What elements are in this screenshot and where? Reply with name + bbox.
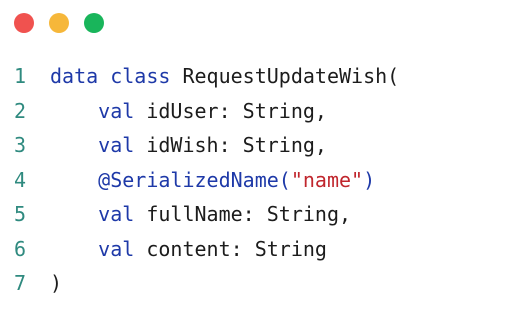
code-line-content: ): [50, 266, 62, 301]
code-line-content: data class RequestUpdateWish(: [50, 59, 399, 94]
code-token: content: String: [134, 236, 327, 261]
line-number: 1: [14, 64, 27, 88]
string-token: "name": [290, 167, 364, 192]
code-token: fullName: String,: [134, 202, 352, 226]
keyword-token: val: [98, 133, 135, 157]
code-line-content: @SerializedName("name"): [50, 163, 375, 198]
keyword-token: val: [98, 236, 135, 261]
zoom-button[interactable]: [84, 13, 104, 33]
code-token: idUser: String,: [134, 98, 327, 123]
window-titlebar: [14, 12, 104, 34]
annotation-token: @SerializedName(: [98, 167, 291, 192]
code-line-content: val fullName: String,: [50, 197, 351, 232]
code-line-content: val idWish: String,: [50, 128, 327, 163]
code-token: RequestUpdateWish(: [170, 64, 400, 88]
code-token: ): [50, 271, 63, 295]
code-line: 6 val content: String: [14, 232, 504, 267]
close-button[interactable]: [14, 13, 34, 33]
line-number: 4: [14, 167, 27, 192]
code-line: 1 data class RequestUpdateWish(: [14, 59, 504, 94]
keyword-token: data class: [50, 64, 171, 88]
annotation-token: ): [363, 167, 376, 192]
line-number: 3: [14, 133, 27, 157]
keyword-token: val: [98, 98, 135, 123]
line-number: 6: [14, 236, 27, 261]
code-line-content: val content: String: [50, 232, 327, 267]
code-editor: 1 data class RequestUpdateWish(2 val idUs…: [14, 59, 504, 301]
code-snippet-window: 1 data class RequestUpdateWish(2 val idUs…: [0, 0, 510, 325]
code-token: idWish: String,: [134, 133, 327, 157]
line-number: 7: [14, 271, 27, 295]
code-line: 3 val idWish: String,: [14, 128, 504, 163]
code-line: 4 @SerializedName("name"): [14, 163, 504, 198]
minimize-button[interactable]: [49, 13, 69, 33]
keyword-token: val: [98, 202, 135, 226]
code-line: 2 val idUser: String,: [14, 94, 504, 129]
code-line: 7): [14, 266, 504, 301]
code-line-content: val idUser: String,: [50, 94, 327, 129]
line-number: 5: [14, 202, 27, 226]
code-line: 5 val fullName: String,: [14, 197, 504, 232]
line-number: 2: [14, 98, 27, 123]
